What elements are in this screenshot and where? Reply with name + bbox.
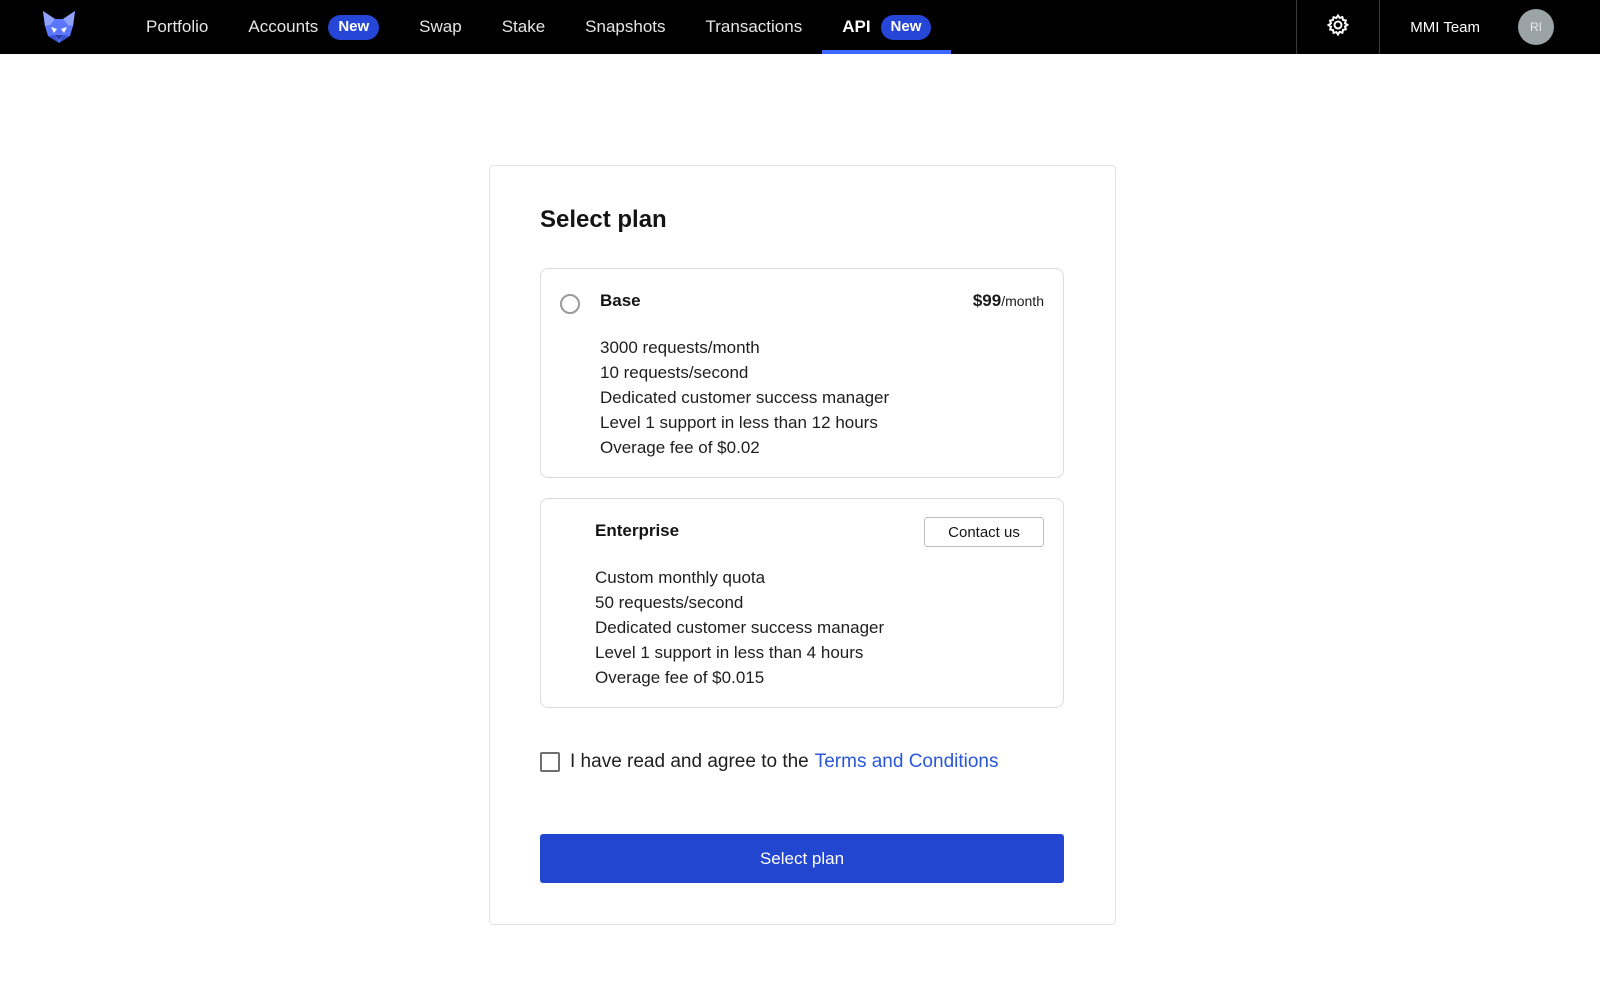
terms-checkbox[interactable] [540, 752, 560, 772]
team-name: MMI Team [1410, 18, 1480, 36]
plan-name: Base [600, 291, 641, 310]
gear-icon [1326, 13, 1350, 42]
main-nav: Portfolio Accounts New Swap Stake Snapsh… [126, 0, 952, 54]
nav-item-accounts[interactable]: Accounts New [228, 0, 399, 54]
feature-item: Level 1 support in less than 4 hours [595, 643, 864, 662]
price-unit: /month [1001, 293, 1044, 309]
feature-list: Custom monthly quota 50 requests/second … [595, 565, 884, 690]
settings-button[interactable] [1296, 0, 1381, 54]
feature-item: Dedicated customer success manager [595, 618, 885, 637]
new-badge: New [328, 14, 380, 40]
account-menu[interactable]: MMI Team RI [1380, 0, 1600, 54]
nav-item-label: Portfolio [146, 17, 209, 36]
terms-link[interactable]: Terms and Conditions [815, 751, 999, 773]
feature-item: Dedicated customer success manager [600, 388, 890, 407]
nav-item-label: Transactions [705, 17, 803, 36]
page-title: Select plan [540, 206, 667, 233]
terms-text: I have read and agree to the [570, 751, 809, 772]
nav-item-transactions[interactable]: Transactions [686, 0, 823, 54]
feature-item: Custom monthly quota [595, 568, 766, 587]
nav-item-swap[interactable]: Swap [399, 0, 482, 54]
new-badge: New [880, 14, 932, 40]
price-amount: $99 [972, 291, 1002, 310]
feature-item: 50 requests/second [595, 593, 744, 612]
nav-item-stake[interactable]: Stake [482, 0, 565, 54]
terms-agreement: I have read and agree to the Terms and C… [540, 751, 999, 773]
nav-item-label: Swap [419, 17, 462, 36]
contact-us-button[interactable]: Contact us [924, 517, 1044, 547]
fox-logo-icon[interactable] [40, 8, 78, 46]
nav-item-label: API [842, 17, 871, 36]
avatar: RI [1518, 9, 1554, 45]
feature-item: 3000 requests/month [600, 338, 760, 357]
nav-item-portfolio[interactable]: Portfolio [126, 0, 228, 54]
plan-radio-base[interactable] [560, 294, 580, 314]
plan-price: $99/month [973, 291, 1044, 311]
feature-item: Level 1 support in less than 12 hours [600, 413, 878, 432]
feature-item: 10 requests/second [600, 363, 749, 382]
feature-item: Overage fee of $0.02 [600, 438, 760, 457]
nav-right-section: MMI Team RI [1296, 0, 1600, 54]
nav-item-label: Snapshots [585, 17, 666, 36]
nav-item-label: Stake [501, 17, 546, 36]
plan-option-enterprise: Enterprise Contact us Custom monthly quo… [540, 498, 1064, 708]
select-plan-card: Select plan Base $99/month 3000 requests… [489, 165, 1116, 925]
feature-list: 3000 requests/month 10 requests/second D… [600, 335, 889, 460]
select-plan-button[interactable]: Select plan [540, 834, 1064, 883]
plan-name: Enterprise [595, 521, 680, 540]
plan-option-base[interactable]: Base $99/month 3000 requests/month 10 re… [540, 268, 1064, 478]
nav-item-snapshots[interactable]: Snapshots [565, 0, 685, 54]
nav-item-label: Accounts [248, 17, 319, 36]
top-navigation-bar: Portfolio Accounts New Swap Stake Snapsh… [0, 0, 1600, 54]
nav-item-api[interactable]: API New [822, 0, 952, 54]
feature-item: Overage fee of $0.015 [595, 668, 765, 687]
